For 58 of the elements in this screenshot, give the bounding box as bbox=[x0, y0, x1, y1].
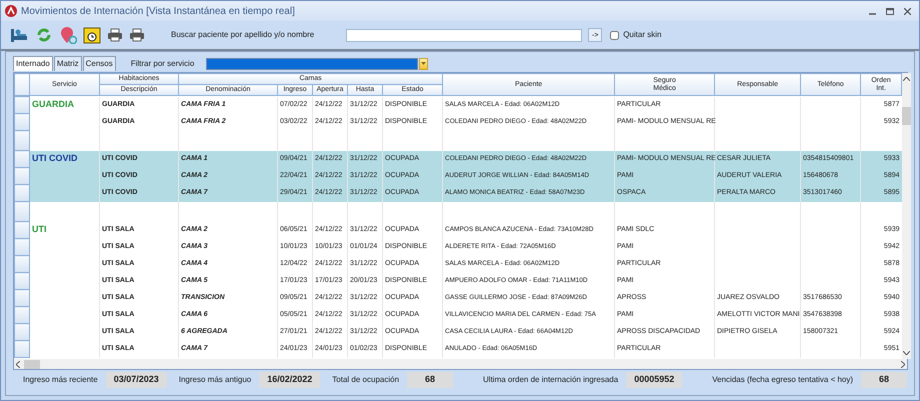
row-selector[interactable] bbox=[14, 290, 30, 306]
row-selector[interactable] bbox=[14, 256, 30, 272]
toolbar-button[interactable] bbox=[83, 26, 101, 44]
row-selector[interactable] bbox=[14, 202, 30, 222]
service-group-label: GUARDIA bbox=[30, 96, 100, 114]
status-value: 03/07/2023 bbox=[106, 372, 167, 388]
status-label: Ingreso más antiguo bbox=[178, 374, 252, 386]
search-label: Buscar paciente por apellido y/o nombre bbox=[171, 29, 314, 41]
scroll-up-icon bbox=[903, 77, 910, 81]
status-label: Ingreso más reciente bbox=[23, 374, 98, 386]
close-icon bbox=[904, 8, 911, 14]
checkbox-label: Quitar skin bbox=[623, 29, 662, 41]
row-selector[interactable] bbox=[14, 272, 30, 290]
status-value: 68 bbox=[861, 372, 908, 388]
row-selector[interactable] bbox=[14, 238, 30, 256]
service-group-label: UTI COVID bbox=[30, 150, 100, 168]
printer-icon bbox=[129, 28, 145, 42]
service-filter-dropdown[interactable] bbox=[206, 58, 418, 70]
row-selector[interactable] bbox=[14, 222, 30, 238]
filter-label: Filtrar por servicio bbox=[130, 58, 194, 70]
row-selector[interactable] bbox=[14, 184, 30, 202]
tab[interactable]: Internado bbox=[13, 56, 53, 71]
row-selector[interactable] bbox=[14, 340, 30, 358]
scroll-right-icon bbox=[901, 360, 905, 368]
calendar-clock-icon bbox=[83, 26, 101, 44]
service-group-label: UTI bbox=[30, 222, 100, 238]
app-logo-icon bbox=[5, 4, 17, 17]
status-value: 16/02/2022 bbox=[259, 372, 320, 388]
refresh-icon bbox=[35, 26, 53, 44]
toolbar-button[interactable] bbox=[107, 28, 123, 42]
scroll-down-icon bbox=[903, 351, 910, 355]
toolbar-button[interactable] bbox=[129, 28, 145, 42]
status-value: 00005952 bbox=[626, 372, 682, 388]
bed-icon bbox=[9, 26, 29, 44]
row-selector[interactable] bbox=[14, 324, 30, 340]
row-selector[interactable] bbox=[14, 150, 30, 168]
maximize-icon bbox=[886, 8, 894, 14]
caret-icon bbox=[421, 62, 426, 65]
tab[interactable]: Matriz bbox=[54, 56, 82, 71]
status-label: Total de ocupación bbox=[332, 374, 400, 386]
row-selector[interactable] bbox=[14, 114, 30, 130]
scrollbar-thumb[interactable] bbox=[24, 360, 40, 368]
scrollbar-thumb[interactable] bbox=[902, 107, 912, 125]
dropdown-button[interactable] bbox=[419, 58, 428, 70]
map-pin-icon bbox=[59, 26, 77, 44]
row-selector[interactable] bbox=[14, 96, 30, 114]
row-selector[interactable] bbox=[14, 306, 30, 324]
skin-checkbox[interactable] bbox=[610, 30, 620, 40]
row-selector[interactable] bbox=[14, 168, 30, 184]
window-title: Movimientos de Internación [Vista Instantánea en tiempo real] bbox=[21, 4, 295, 18]
printer-icon bbox=[107, 28, 123, 42]
status-label: Ultima orden de internación ingresada bbox=[483, 374, 618, 386]
status-value: 68 bbox=[407, 372, 454, 388]
scroll-left-icon bbox=[16, 360, 20, 368]
row-selector[interactable] bbox=[14, 130, 30, 150]
tab[interactable]: Censos bbox=[82, 56, 116, 71]
search-field[interactable] bbox=[346, 28, 582, 42]
status-label: Vencidas (fecha egreso tentativa < hoy) bbox=[712, 374, 854, 386]
